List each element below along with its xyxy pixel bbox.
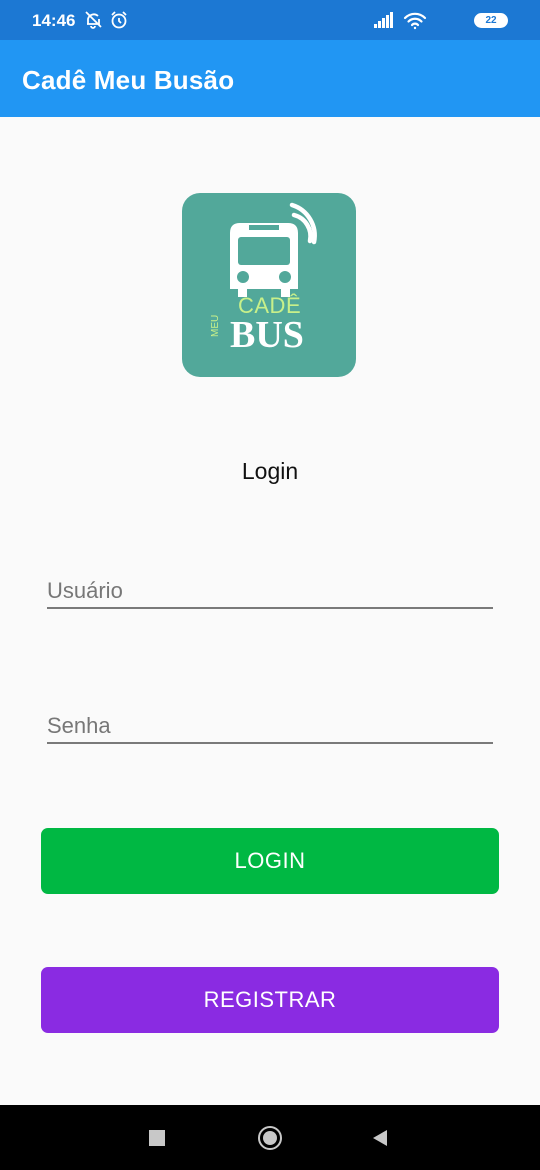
username-input[interactable] (47, 575, 493, 609)
logo-text-bus: BUS (230, 314, 304, 356)
login-button[interactable]: LOGIN (41, 828, 499, 894)
wifi-icon (403, 12, 427, 30)
password-input[interactable] (47, 710, 493, 744)
navigation-bar (0, 1105, 540, 1170)
status-left-icons (85, 11, 127, 29)
alarm-off-icon (85, 11, 102, 29)
login-heading: Login (241, 458, 299, 484)
app-logo: CADÊ MEU BUS (182, 193, 356, 377)
battery-level: 22 (485, 15, 497, 26)
status-right-icons (374, 12, 427, 30)
register-button[interactable]: REGISTRAR (41, 967, 499, 1033)
home-icon[interactable] (258, 1126, 282, 1150)
status-time: 14:46 (32, 11, 76, 30)
logo-text-meu: MEU (210, 314, 221, 337)
recents-icon[interactable] (149, 1130, 165, 1146)
app-bar: Cadê Meu Busão (0, 40, 540, 117)
signal-icon (374, 12, 393, 28)
back-icon[interactable] (371, 1129, 389, 1147)
alarm-clock-icon (111, 11, 127, 29)
battery-icon: 22 (474, 13, 508, 28)
status-bar: 14:46 22 (0, 0, 540, 40)
app-title: Cadê Meu Busão (22, 65, 235, 95)
